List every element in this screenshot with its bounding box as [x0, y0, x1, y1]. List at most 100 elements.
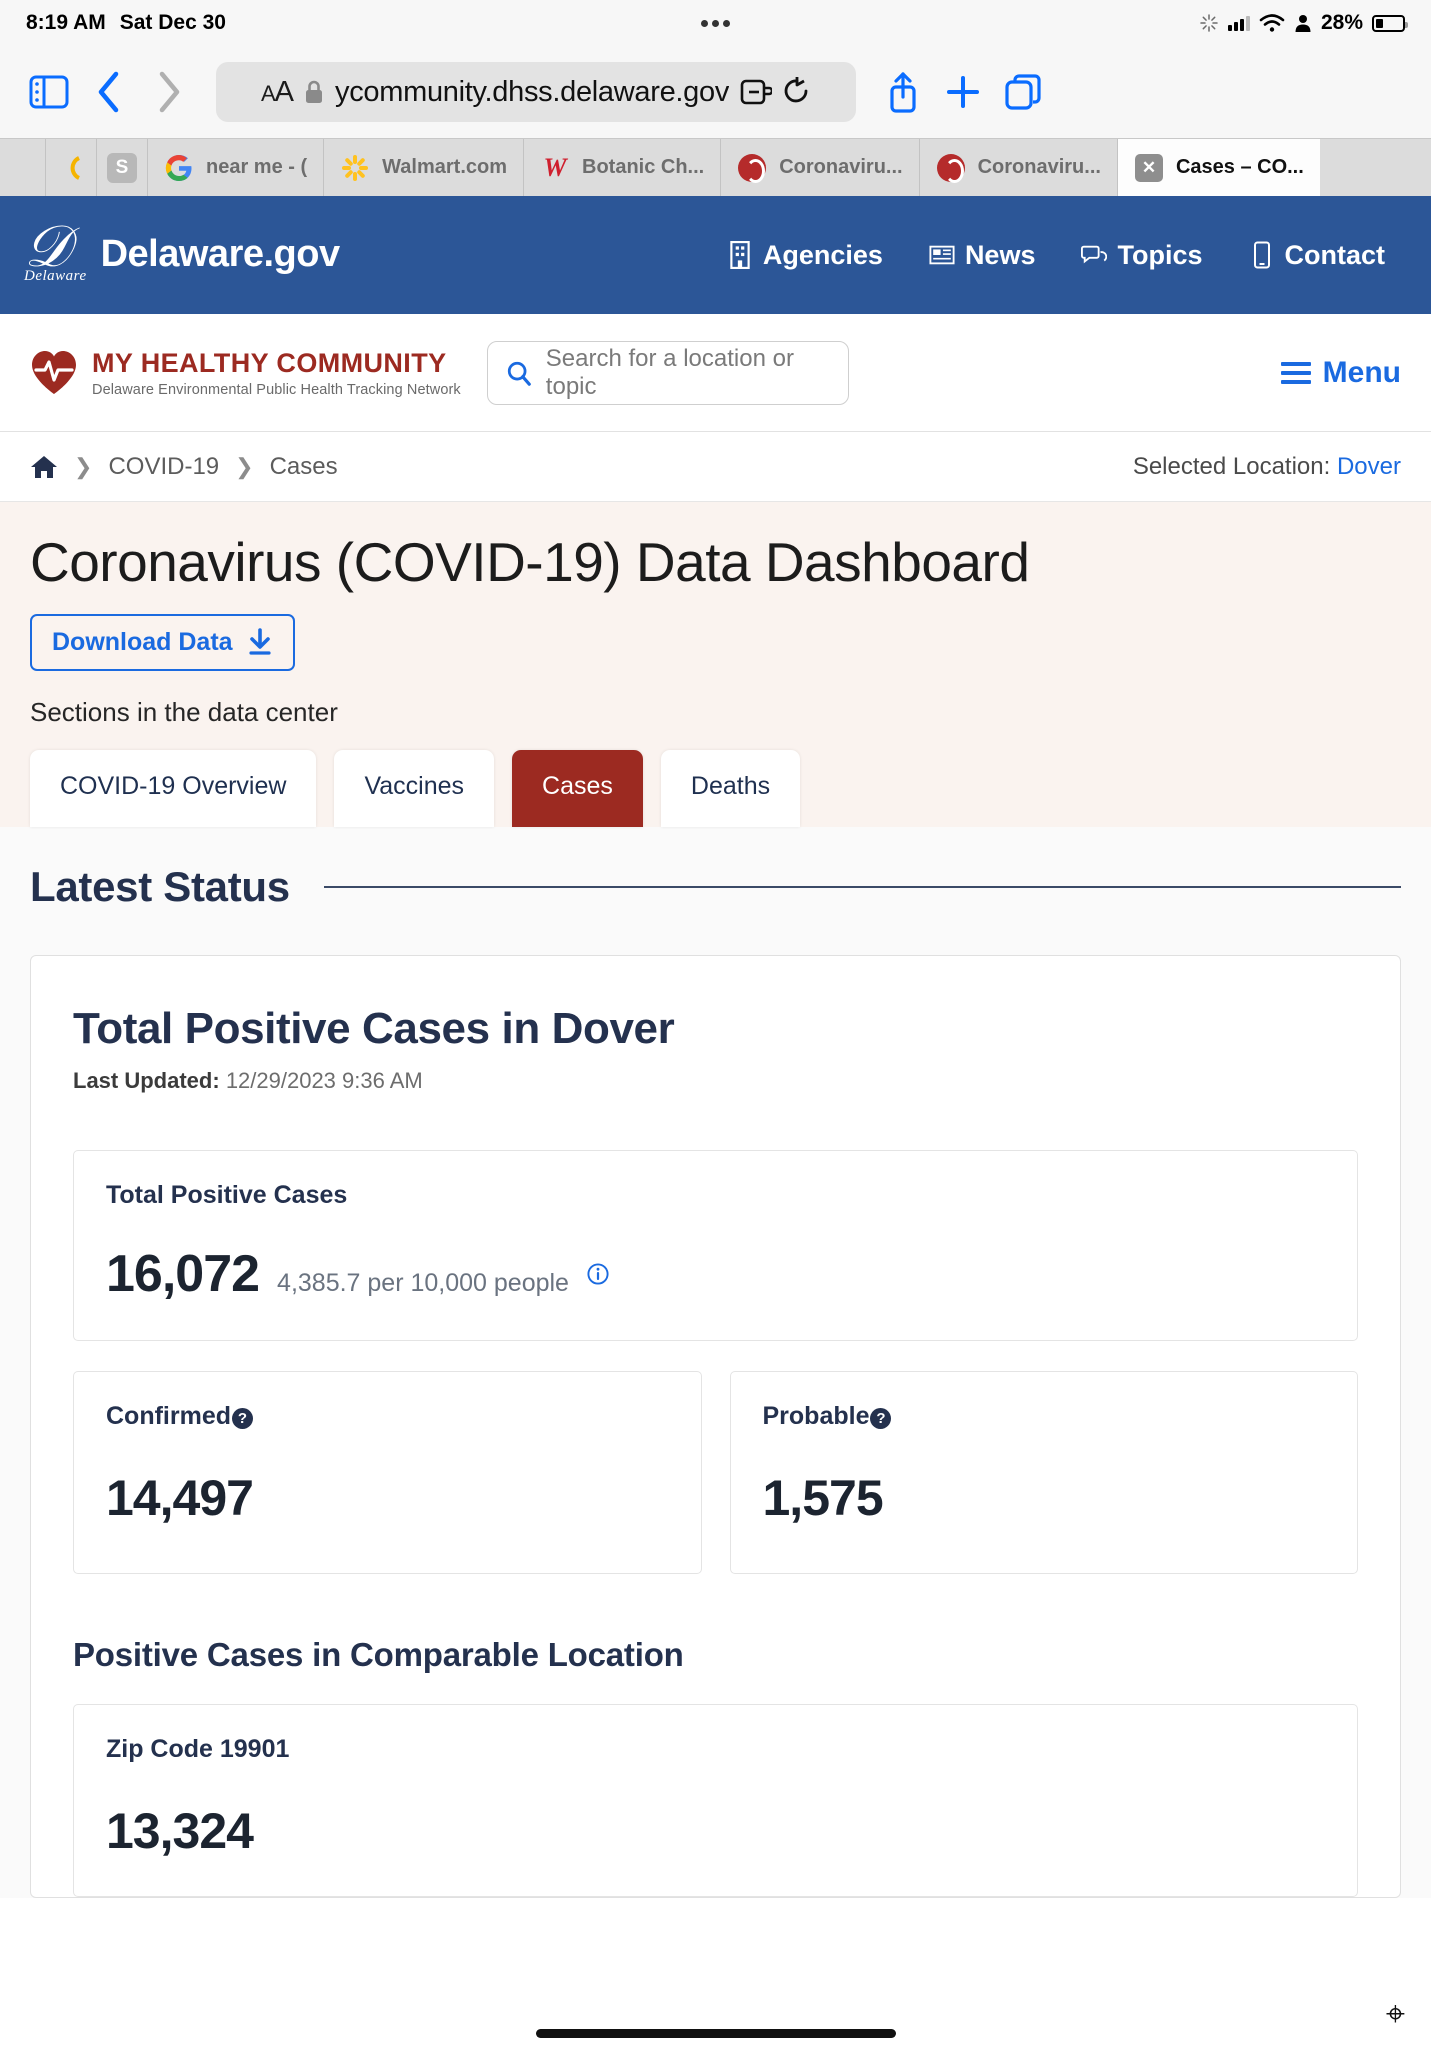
download-data-button[interactable]: Download Data: [30, 613, 295, 671]
status-bar-right: 28%: [1199, 11, 1408, 35]
coronavirus-icon: [737, 153, 767, 183]
browser-tab-walmart[interactable]: Walmart.com: [324, 139, 524, 196]
battery-icon: [1372, 14, 1408, 32]
dynamic-island-dots-icon: [701, 19, 730, 27]
tab-title: near me - (: [206, 156, 308, 178]
url-text: ycommunity.dhss.delaware.gov: [335, 75, 730, 108]
page-title: Coronavirus (COVID-19) Data Dashboard: [30, 531, 1030, 593]
share-button[interactable]: [876, 65, 930, 119]
breadcrumb-item-covid19[interactable]: COVID-19: [108, 453, 219, 481]
home-icon[interactable]: [30, 454, 58, 480]
search-input[interactable]: Search for a location or topic: [486, 340, 849, 405]
tab-title: Cases – CO...: [1175, 156, 1304, 178]
comparable-location-metric: Zip Code 19901 13,324: [73, 1703, 1358, 1897]
site-logo-text: MY HEALTHY COMMUNITY Delaware Environmen…: [92, 348, 461, 398]
search-icon: [507, 361, 531, 386]
tab-cases[interactable]: Cases: [512, 749, 643, 827]
browser-tab-coronavirus-1[interactable]: Coronaviru...: [721, 139, 920, 196]
tab-deaths[interactable]: Deaths: [660, 749, 801, 827]
latest-status-header: Latest Status: [30, 827, 1401, 911]
reload-icon[interactable]: [783, 77, 811, 107]
ios-status-bar: 8:19 AM Sat Dec 30 28%: [0, 0, 1431, 46]
confirmed-value: 14,497: [106, 1469, 254, 1526]
home-indicator[interactable]: [0, 2029, 1431, 2038]
hamburger-icon: [1280, 361, 1311, 384]
tab-overview-button[interactable]: [996, 65, 1050, 119]
selected-location-label: Selected Location:: [1132, 452, 1331, 480]
tab-covid19-overview[interactable]: COVID-19 Overview: [30, 749, 317, 827]
x-favicon-icon: ✕: [1134, 153, 1164, 183]
delaware-gov-bar: 𝒟 Delaware Delaware.gov Agencies News To…: [0, 196, 1431, 314]
s-favicon-icon: S: [107, 152, 137, 183]
delaware-gov-nav: Agencies News Topics Contact: [727, 240, 1407, 271]
breadcrumb-item-cases[interactable]: Cases: [270, 453, 338, 481]
walmart-icon: [340, 153, 370, 183]
probable-value: 1,575: [762, 1469, 884, 1526]
zip-code-value: 13,324: [106, 1802, 254, 1859]
confirmed-probable-row: Confirmed? 14,497 Probable? 1,575: [73, 1370, 1358, 1574]
menu-label: Menu: [1322, 355, 1401, 389]
help-icon[interactable]: ?: [232, 1407, 253, 1429]
selected-location-value[interactable]: Dover: [1337, 453, 1401, 480]
forward-button[interactable]: [142, 65, 196, 119]
nav-item-agencies[interactable]: Agencies: [727, 240, 883, 271]
phone-icon: [1253, 241, 1270, 269]
browser-tab-google[interactable]: near me - (: [148, 139, 325, 196]
nav-item-contact[interactable]: Contact: [1249, 239, 1386, 271]
brightness-icon: [1200, 14, 1218, 32]
zip-code-label: Zip Code 19901: [106, 1734, 290, 1763]
site-logo[interactable]: MY HEALTHY COMMUNITY Delaware Environmen…: [30, 348, 461, 398]
comparable-location-title: Positive Cases in Comparable Location: [73, 1635, 684, 1673]
browser-tab[interactable]: S: [97, 139, 148, 196]
tab-title: Coronaviru...: [779, 156, 903, 178]
browser-tab-walgreens[interactable]: W Botanic Ch...: [524, 139, 722, 196]
info-icon[interactable]: [587, 1263, 609, 1285]
coronavirus-icon: [936, 153, 966, 183]
site-logo-subtitle: Delaware Environmental Public Health Tra…: [92, 381, 461, 398]
download-data-label: Download Data: [52, 627, 233, 656]
tab-title: Walmart.com: [382, 156, 507, 178]
section-title: Latest Status: [30, 862, 290, 910]
section-divider: [323, 885, 1401, 888]
probable-label-text: Probable: [762, 1401, 870, 1430]
mouse-cursor: ⌖: [1385, 1995, 1405, 2033]
selected-location: Selected Location: Dover: [1133, 453, 1401, 481]
last-updated-label: Last Updated:: [73, 1067, 220, 1093]
help-icon[interactable]: ?: [870, 1407, 892, 1429]
nav-label: News: [964, 239, 1036, 270]
sidebar-toggle-button[interactable]: [22, 65, 76, 119]
cellular-signal-icon: [1227, 15, 1250, 31]
browser-tab[interactable]: [0, 139, 46, 196]
delaware-gov-logo[interactable]: 𝒟 Delaware Delaware.gov: [24, 213, 340, 286]
probable-label: Probable?: [763, 1402, 1326, 1431]
browser-tab-cases-active[interactable]: ✕ Cases – CO...: [1117, 139, 1320, 196]
delaware-d-logo-icon: 𝒟 Delaware: [24, 213, 87, 285]
safari-toolbar: AA ycommunity.dhss.delaware.gov: [0, 46, 1431, 138]
text-size-button[interactable]: AA: [261, 76, 294, 109]
browser-tab-coronavirus-2[interactable]: Coronaviru...: [919, 139, 1118, 196]
total-cases-rate: 4,385.7 per 10,000 people: [277, 1268, 569, 1297]
nav-item-topics[interactable]: Topics: [1081, 240, 1203, 271]
walgreens-icon: W: [543, 152, 567, 182]
nav-item-news[interactable]: News: [929, 239, 1036, 271]
confirmed-label: Confirmed?: [106, 1402, 669, 1431]
metric-value-row: 16,072 4,385.7 per 10,000 people: [106, 1244, 1325, 1304]
dashboard-tabs: COVID-19 Overview Vaccines Cases Deaths: [30, 749, 1401, 827]
menu-button[interactable]: Menu: [1280, 355, 1401, 390]
extensions-icon[interactable]: [740, 78, 773, 106]
probable-metric: Probable? 1,575: [729, 1370, 1358, 1574]
total-positive-cases-card: Total Positive Cases in Dover Last Updat…: [30, 954, 1401, 1898]
browser-tab[interactable]: [46, 139, 97, 196]
battery-percent: 28%: [1320, 11, 1363, 34]
tab-vaccines[interactable]: Vaccines: [334, 749, 495, 827]
new-tab-button[interactable]: [936, 65, 990, 119]
last-updated: Last Updated: 12/29/2023 9:36 AM: [73, 1068, 1358, 1094]
page-header: Coronavirus (COVID-19) Data Dashboard Do…: [0, 502, 1431, 827]
newspaper-icon: [929, 245, 955, 265]
nav-label: Contact: [1284, 239, 1386, 270]
address-bar[interactable]: AA ycommunity.dhss.delaware.gov: [216, 62, 856, 122]
lock-icon: [306, 80, 322, 103]
wifi-icon: [1259, 14, 1285, 32]
back-button[interactable]: [82, 65, 136, 119]
breadcrumb: ❯ COVID-19 ❯ Cases Selected Location: Do…: [0, 432, 1431, 502]
